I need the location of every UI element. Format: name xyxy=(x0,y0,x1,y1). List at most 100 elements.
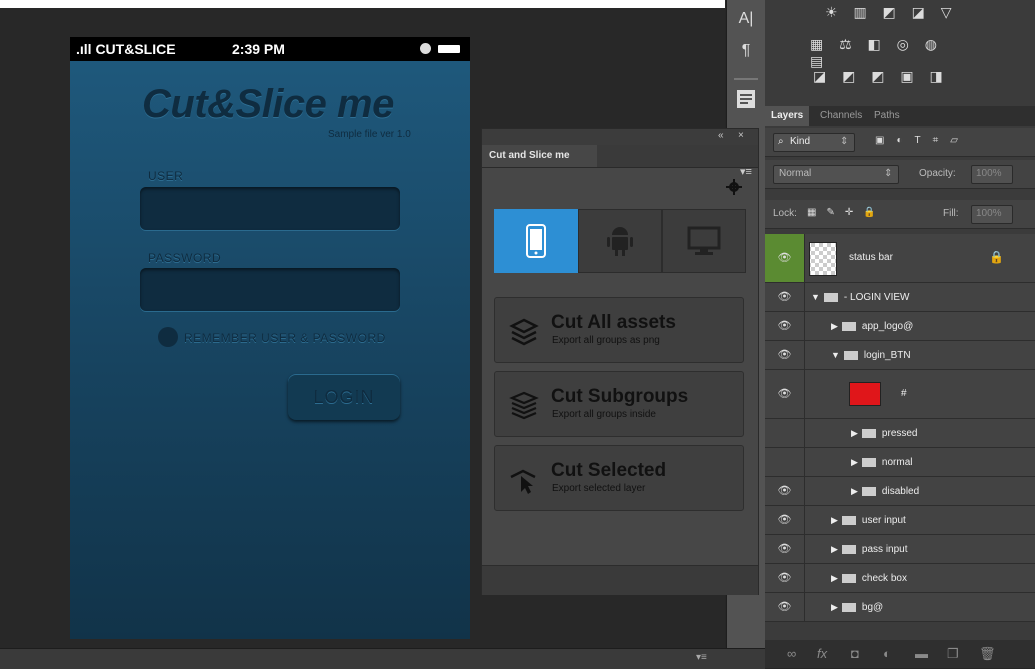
folder-icon xyxy=(841,321,856,331)
panel-menu-icon[interactable]: ▾≡ xyxy=(740,165,752,178)
tab-paths[interactable]: Paths xyxy=(868,106,906,126)
collapse-icon[interactable]: « xyxy=(718,130,724,141)
layer-row-login-btn[interactable]: 👁 ▼ login_BTN xyxy=(765,341,1035,370)
new-group-icon[interactable]: ▬ xyxy=(915,646,928,661)
layer-row-check-box[interactable]: 👁 ▶ check box xyxy=(765,564,1035,593)
layer-name: pressed xyxy=(881,428,918,439)
visibility-eye-icon[interactable]: 👁 xyxy=(765,283,805,311)
layer-name: app_logo@ xyxy=(861,321,914,332)
plugin-panel-icon[interactable] xyxy=(735,88,757,110)
user-input[interactable] xyxy=(140,187,400,230)
collapse-arrow-icon[interactable]: ▶ xyxy=(851,457,858,467)
layer-name: normal xyxy=(881,457,913,468)
visibility-eye-icon[interactable]: 👁 xyxy=(765,477,805,505)
paragraph-panel-icon[interactable]: ¶ xyxy=(735,40,757,62)
layer-name-wrap: ▶ normal xyxy=(851,448,913,476)
layer-row-disabled[interactable]: 👁 ▶ disabled xyxy=(765,477,1035,506)
collapse-arrow-icon[interactable]: ▶ xyxy=(831,544,838,554)
collapse-arrow-icon[interactable]: ▶ xyxy=(831,321,838,331)
tab-channels[interactable]: Channels xyxy=(814,106,868,126)
desktop-icon xyxy=(687,226,721,255)
bottom-status-bar: ▾≡ xyxy=(0,648,765,669)
cut-all-assets-button[interactable]: Cut All assets Export all groups as png xyxy=(494,297,744,363)
opacity-label: Opacity: xyxy=(919,168,956,179)
collapse-arrow-icon[interactable]: ▶ xyxy=(831,515,838,525)
carrier-label: .ıll CUT&SLICE xyxy=(76,41,176,57)
fx-icon[interactable]: fx xyxy=(817,646,827,661)
folder-icon xyxy=(861,428,876,438)
trash-icon[interactable]: 🗑 xyxy=(979,646,996,662)
close-icon[interactable]: × xyxy=(738,130,744,141)
folder-icon xyxy=(841,515,856,525)
layer-row-shape[interactable]: 👁 # xyxy=(765,370,1035,419)
new-layer-icon[interactable]: ❐ xyxy=(947,646,959,662)
visibility-toggle[interactable] xyxy=(765,448,805,476)
device-ios-button[interactable] xyxy=(494,209,578,273)
layer-row-bg[interactable]: 👁 ▶ bg@ xyxy=(765,593,1035,622)
action-title: Cut Subgroups xyxy=(551,386,689,407)
layer-name: pass input xyxy=(861,544,908,555)
app-logo: Cut&Slice me xyxy=(142,82,394,126)
layer-row-login-view[interactable]: 👁 ▼ - LOGIN VIEW xyxy=(765,283,1035,312)
character-panel-icon[interactable]: A| xyxy=(735,8,757,30)
layer-row-status-bar[interactable]: 👁 status bar 🔒 xyxy=(765,234,1035,283)
mask-icon[interactable]: ◘ xyxy=(851,646,859,661)
adjustment-layer-icon[interactable]: ◐ xyxy=(883,646,891,661)
filter-type-icons[interactable]: ▣◐T⌗▱ xyxy=(875,135,970,146)
gear-icon[interactable] xyxy=(726,179,742,195)
remember-label: REMEMBER USER & PASSWORD xyxy=(184,331,386,345)
plugin-footer xyxy=(482,565,758,595)
remember-checkbox[interactable] xyxy=(158,327,178,347)
visibility-eye-icon[interactable]: 👁 xyxy=(765,593,805,621)
visibility-toggle[interactable] xyxy=(765,419,805,447)
layer-row-normal[interactable]: ▶ normal xyxy=(765,448,1035,477)
layer-name: - LOGIN VIEW xyxy=(843,292,910,303)
adjustments-row-3[interactable]: ◪ ◩ ◩ ▣ ◨ xyxy=(813,68,973,88)
user-label: USER xyxy=(148,169,184,183)
tab-cut-and-slice[interactable]: Cut and Slice me xyxy=(482,145,597,167)
filter-kind-label: Kind xyxy=(790,136,811,147)
collapse-arrow-icon[interactable]: ▶ xyxy=(851,428,858,438)
panel-menu-icon[interactable]: ▾≡ xyxy=(696,652,707,663)
battery-icon xyxy=(438,45,460,53)
tab-layers[interactable]: Layers xyxy=(765,106,810,126)
visibility-eye-icon[interactable]: 👁 xyxy=(765,234,805,282)
visibility-eye-icon[interactable]: 👁 xyxy=(765,370,805,418)
opacity-input[interactable]: 100% xyxy=(971,165,1013,184)
visibility-eye-icon[interactable]: 👁 xyxy=(765,535,805,563)
collapse-arrow-icon[interactable]: ▶ xyxy=(851,486,858,496)
layer-name-wrap: ▶ pass input xyxy=(831,535,908,563)
layer-row-user-input[interactable]: 👁 ▶ user input xyxy=(765,506,1035,535)
visibility-eye-icon[interactable]: 👁 xyxy=(765,506,805,534)
password-input[interactable] xyxy=(140,268,400,311)
cursor-layer-icon xyxy=(510,469,536,494)
layer-row-app-logo[interactable]: 👁 ▶ app_logo@ xyxy=(765,312,1035,341)
layer-row-pressed[interactable]: ▶ pressed xyxy=(765,419,1035,448)
adjustments-row-1[interactable]: ☀ ▥ ◩ ◪ ▽ xyxy=(825,4,985,24)
cut-subgroups-button[interactable]: Cut Subgroups Export all groups inside xyxy=(494,371,744,437)
lock-icons[interactable]: ▦✎✛🔒 xyxy=(807,207,886,218)
lock-label: Lock: xyxy=(773,208,797,219)
filter-kind-select[interactable]: ⌕ Kind ⇕ xyxy=(773,133,855,152)
layer-row-pass-input[interactable]: 👁 ▶ pass input xyxy=(765,535,1035,564)
device-desktop-button[interactable] xyxy=(662,209,746,273)
blend-mode-select[interactable]: Normal ⇕ xyxy=(773,165,899,184)
collapse-arrow-icon[interactable]: ▶ xyxy=(831,602,838,612)
layers-footer: ∞ fx ◘ ◐ ▬ ❐ 🗑 xyxy=(765,640,1035,668)
phone-mockup: .ıll CUT&SLICE 2:39 PM Cut&Slice me Samp… xyxy=(70,37,470,639)
visibility-eye-icon[interactable]: 👁 xyxy=(765,341,805,369)
visibility-eye-icon[interactable]: 👁 xyxy=(765,564,805,592)
login-button[interactable]: LOGIN xyxy=(288,374,400,420)
chevron-down-icon: ⇕ xyxy=(840,136,849,147)
adjustments-row-2[interactable]: ▦ ⚖ ◧ ◎ ◍ ▤ xyxy=(810,36,970,69)
visibility-eye-icon[interactable]: 👁 xyxy=(765,312,805,340)
device-android-button[interactable] xyxy=(578,209,662,273)
link-icon[interactable]: ∞ xyxy=(787,646,796,661)
cut-and-slice-panel: « × Cut and Slice me ▾≡ Cut All assets E… xyxy=(481,128,759,595)
collapse-arrow-icon[interactable]: ▶ xyxy=(831,573,838,583)
expand-arrow-icon[interactable]: ▼ xyxy=(831,350,840,360)
cut-selected-button[interactable]: Cut Selected Export selected layer xyxy=(494,445,744,511)
plugin-header: « × xyxy=(482,129,758,145)
fill-input[interactable]: 100% xyxy=(971,205,1013,224)
expand-arrow-icon[interactable]: ▼ xyxy=(811,292,820,302)
